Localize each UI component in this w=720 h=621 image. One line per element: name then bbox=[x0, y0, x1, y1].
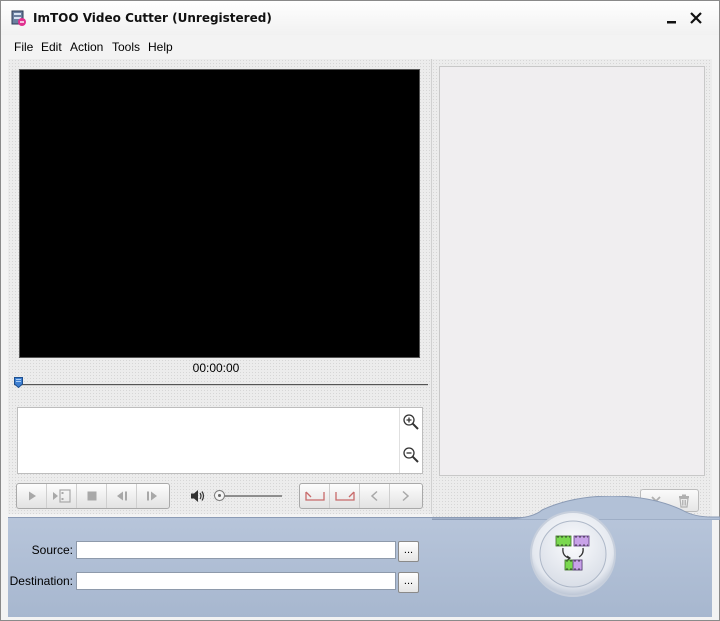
go-to-start-mark-button[interactable] bbox=[360, 484, 390, 508]
menu-bar: File Edit Action Tools Help bbox=[1, 37, 719, 57]
timecode-display: 00:00:00 bbox=[192, 361, 240, 375]
step-forward-icon bbox=[147, 491, 157, 501]
menu-edit[interactable]: Edit bbox=[41, 40, 62, 54]
browse-source-button[interactable]: ... bbox=[398, 541, 419, 562]
zoom-out-icon[interactable] bbox=[402, 446, 420, 464]
volume-slider[interactable] bbox=[218, 495, 282, 497]
menu-action[interactable]: Action bbox=[70, 40, 103, 54]
go-to-end-mark-icon bbox=[402, 490, 410, 502]
convert-button[interactable] bbox=[516, 496, 628, 608]
clip-list[interactable] bbox=[439, 66, 705, 476]
step-forward-button[interactable] bbox=[137, 484, 167, 508]
menu-file[interactable]: File bbox=[14, 40, 33, 54]
prev-frame-icon bbox=[116, 491, 127, 501]
set-end-mark-button[interactable] bbox=[330, 484, 360, 508]
close-icon[interactable] bbox=[687, 9, 705, 27]
browse-destination-button[interactable]: ... bbox=[398, 572, 419, 593]
source-label: Source: bbox=[31, 543, 73, 557]
minimize-icon[interactable] bbox=[663, 9, 681, 27]
next-frame-button[interactable] bbox=[47, 484, 77, 508]
set-start-mark-button[interactable] bbox=[300, 484, 330, 508]
transport-controls bbox=[16, 483, 170, 509]
destination-field[interactable] bbox=[76, 572, 396, 590]
go-to-start-mark-icon bbox=[370, 490, 378, 502]
go-to-end-mark-button[interactable] bbox=[390, 484, 420, 508]
title-bar[interactable]: ImTOO Video Cutter (Unregistered) bbox=[1, 1, 719, 35]
previous-frame-button[interactable] bbox=[107, 484, 137, 508]
next-frame-icon bbox=[52, 489, 71, 503]
seek-bar[interactable] bbox=[14, 384, 428, 386]
speaker-icon[interactable] bbox=[189, 488, 207, 504]
window-title: ImTOO Video Cutter (Unregistered) bbox=[33, 11, 272, 25]
set-end-mark-icon bbox=[334, 491, 355, 501]
menu-help[interactable]: Help bbox=[148, 40, 173, 54]
timeline-area[interactable] bbox=[17, 407, 423, 474]
destination-label: Destination: bbox=[9, 574, 73, 588]
source-field[interactable] bbox=[76, 541, 396, 559]
play-button[interactable] bbox=[17, 484, 47, 508]
play-icon bbox=[28, 491, 36, 501]
stop-button[interactable] bbox=[77, 484, 107, 508]
set-start-mark-icon bbox=[304, 491, 325, 501]
stop-icon bbox=[87, 491, 96, 501]
volume-slider-knob[interactable] bbox=[214, 490, 225, 501]
seek-thumb[interactable] bbox=[14, 377, 23, 388]
video-preview bbox=[19, 69, 420, 358]
zoom-in-icon[interactable] bbox=[402, 413, 420, 431]
video-cutter-app-icon bbox=[11, 10, 26, 26]
mark-controls bbox=[299, 483, 423, 509]
menu-tools[interactable]: Tools bbox=[112, 40, 140, 54]
